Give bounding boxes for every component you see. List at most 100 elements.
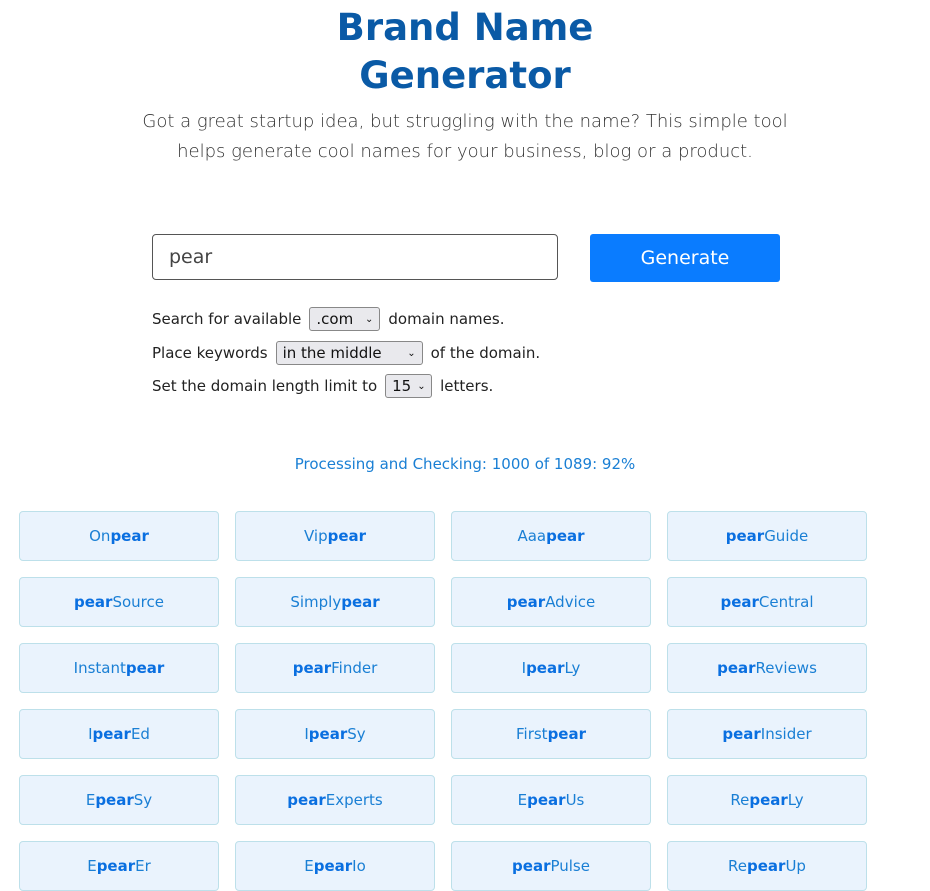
- name-suffix: Ly: [787, 791, 804, 809]
- name-prefix: E: [517, 791, 528, 809]
- place-suffix-label: of the domain.: [430, 344, 541, 362]
- result-name-card[interactable]: Aaa pear: [451, 511, 651, 561]
- name-keyword: pear: [292, 659, 332, 677]
- name-keyword: pear: [110, 527, 149, 545]
- length-select-value: 15: [392, 377, 412, 395]
- name-suffix: Ly: [564, 659, 581, 677]
- result-name-card[interactable]: pear Reviews: [667, 643, 867, 693]
- name-keyword: pear: [749, 791, 788, 809]
- name-keyword: pear: [506, 593, 546, 611]
- name-suffix: Pulse: [550, 857, 590, 875]
- name-prefix: E: [85, 791, 96, 809]
- length-option-row: Set the domain length limit to 15 ⌄ lett…: [152, 374, 493, 398]
- placement-select[interactable]: in the middle ⌄: [275, 341, 423, 365]
- name-suffix: Insider: [760, 725, 812, 743]
- result-name-card[interactable]: First pear: [451, 709, 651, 759]
- name-keyword: pear: [74, 593, 113, 611]
- name-keyword: pear: [287, 791, 326, 809]
- result-name-card[interactable]: Epear Sy: [19, 775, 219, 825]
- name-keyword: pear: [546, 527, 585, 545]
- result-name-card[interactable]: pear Finder: [235, 643, 435, 693]
- length-prefix-label: Set the domain length limit to: [152, 377, 378, 395]
- result-name-card[interactable]: pear Insider: [667, 709, 867, 759]
- name-keyword: pear: [313, 857, 353, 875]
- name-prefix: Re: [728, 857, 748, 875]
- result-name-card[interactable]: Epear Io: [235, 841, 435, 891]
- tld-select[interactable]: .com ⌄: [309, 307, 381, 331]
- name-keyword: pear: [527, 791, 566, 809]
- page-subtitle: Got a great startup idea, but struggling…: [142, 111, 788, 162]
- chevron-down-icon: ⌄: [417, 380, 426, 392]
- tld-option-row: Search for available .com ⌄ domain names…: [152, 307, 504, 331]
- name-keyword: pear: [96, 857, 136, 875]
- result-name-card[interactable]: pear Source: [19, 577, 219, 627]
- tld-prefix-label: Search for available: [152, 310, 302, 328]
- name-prefix: Re: [730, 791, 750, 809]
- name-suffix: Guide: [764, 527, 809, 545]
- result-name-card[interactable]: Ipear Sy: [235, 709, 435, 759]
- chevron-down-icon: ⌄: [365, 313, 374, 325]
- result-name-card[interactable]: Ipear Ed: [19, 709, 219, 759]
- name-suffix: Finder: [331, 659, 378, 677]
- name-keyword: pear: [747, 857, 786, 875]
- name-suffix: Up: [785, 857, 806, 875]
- page-title: Brand Name Generator: [0, 4, 930, 100]
- name-keyword: pear: [717, 659, 756, 677]
- name-keyword: pear: [720, 593, 759, 611]
- result-name-card[interactable]: pear Central: [667, 577, 867, 627]
- result-name-card[interactable]: Re pear Ly: [667, 775, 867, 825]
- result-name-card[interactable]: Instant pear: [19, 643, 219, 693]
- result-name-card[interactable]: Epear Us: [451, 775, 651, 825]
- name-keyword: pear: [327, 527, 367, 545]
- name-keyword: pear: [512, 857, 551, 875]
- keyword-input[interactable]: [152, 234, 558, 280]
- name-keyword: pear: [308, 725, 348, 743]
- name-keyword: pear: [526, 659, 565, 677]
- placement-option-row: Place keywords in the middle ⌄ of the do…: [152, 341, 540, 365]
- tld-suffix-label: domain names.: [388, 310, 505, 328]
- name-prefix: Simply: [290, 593, 342, 611]
- tld-select-value: .com: [316, 310, 354, 328]
- name-suffix: Sy: [347, 725, 366, 743]
- name-keyword: pear: [341, 593, 380, 611]
- name-keyword: pear: [125, 659, 165, 677]
- name-suffix: Advice: [545, 593, 596, 611]
- result-name-card[interactable]: Vip pear: [235, 511, 435, 561]
- name-keyword: pear: [95, 791, 134, 809]
- results-grid: On pear Vip pear Aaa pear pear Guide pear Source S…: [19, 511, 867, 891]
- result-name-card[interactable]: Simply pear: [235, 577, 435, 627]
- result-name-card[interactable]: pear Advice: [451, 577, 651, 627]
- name-suffix: Io: [352, 857, 366, 875]
- name-keyword: pear: [722, 725, 761, 743]
- title-line-2: Generator: [359, 54, 571, 97]
- name-prefix: E: [87, 857, 97, 875]
- result-name-card[interactable]: On pear: [19, 511, 219, 561]
- name-prefix: E: [304, 857, 314, 875]
- result-name-card[interactable]: pear Experts: [235, 775, 435, 825]
- name-prefix: Vip: [303, 527, 328, 545]
- name-prefix: On: [89, 527, 111, 545]
- name-suffix: Us: [565, 791, 585, 809]
- result-name-card[interactable]: Re pear Up: [667, 841, 867, 891]
- name-suffix: Sy: [133, 791, 153, 809]
- generate-button[interactable]: Generate: [590, 234, 780, 282]
- result-name-card[interactable]: pear Pulse: [451, 841, 651, 891]
- name-suffix: Source: [112, 593, 164, 611]
- name-suffix: Reviews: [755, 659, 817, 677]
- name-suffix: Ed: [130, 725, 150, 743]
- name-keyword: pear: [725, 527, 765, 545]
- place-prefix-label: Place keywords: [152, 344, 268, 362]
- result-name-card[interactable]: Ipear Ly: [451, 643, 651, 693]
- length-select[interactable]: 15 ⌄: [385, 374, 433, 398]
- name-suffix: Central: [758, 593, 814, 611]
- name-suffix: Er: [135, 857, 151, 875]
- chevron-down-icon: ⌄: [407, 347, 416, 359]
- result-name-card[interactable]: pear Guide: [667, 511, 867, 561]
- name-prefix: Aaa: [517, 527, 547, 545]
- placement-select-value: in the middle: [282, 344, 382, 362]
- name-prefix: First: [515, 725, 548, 743]
- title-line-1: Brand Name: [336, 6, 594, 49]
- length-suffix-label: letters.: [440, 377, 494, 395]
- progress-status: Processing and Checking: 1000 of 1089: 9…: [294, 455, 636, 473]
- result-name-card[interactable]: Epear Er: [19, 841, 219, 891]
